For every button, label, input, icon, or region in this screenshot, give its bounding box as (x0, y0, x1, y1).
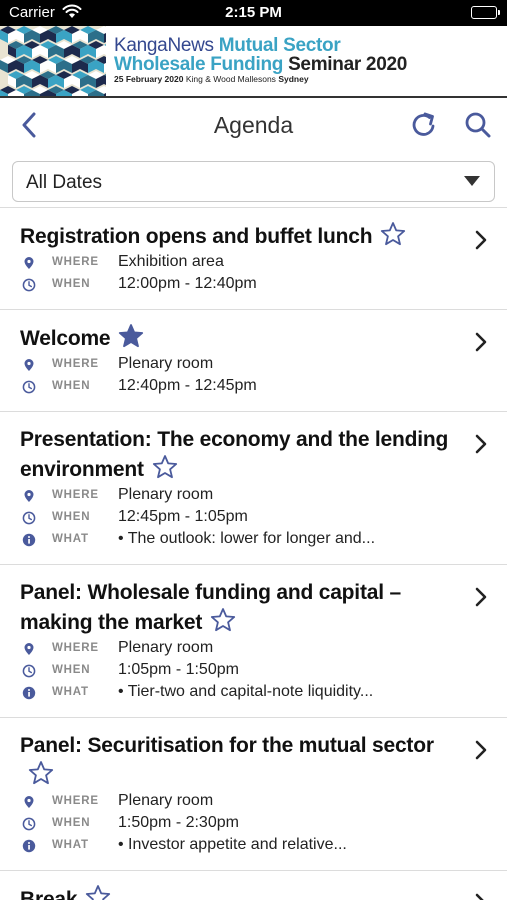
clock: 2:15 PM (225, 4, 282, 21)
chevron-right-icon (475, 434, 487, 454)
meta-label-when: WHEN (52, 380, 91, 392)
meta-label-when: WHEN (52, 511, 91, 523)
meta-row-what: WHAT • The outlook: lower for longer and… (20, 528, 461, 550)
meta-value-where: Plenary room (118, 355, 214, 372)
meta-value-when: 1:50pm - 2:30pm (118, 814, 239, 831)
star-outline-icon[interactable] (210, 607, 236, 633)
location-pin-icon (22, 794, 36, 808)
refresh-icon (412, 112, 435, 136)
meta-row-where: WHERE Plenary room (20, 484, 461, 506)
chevron-right-icon (475, 230, 487, 250)
agenda-item[interactable]: Panel: Securitisation for the mutual sec… (0, 718, 507, 871)
agenda-list: Registration opens and buffet lunch WHER… (0, 208, 507, 900)
meta-row-when: WHEN 12:00pm - 12:40pm (20, 273, 461, 295)
meta-label-what: WHAT (52, 686, 89, 698)
location-pin-icon (22, 488, 36, 502)
clock-icon (22, 663, 36, 678)
chevron-right-icon (475, 893, 484, 900)
agenda-item[interactable]: Break (0, 871, 507, 900)
chevron-right-icon (475, 332, 487, 352)
meta-row-where: WHERE Plenary room (20, 353, 461, 375)
meta-value-where: Plenary room (118, 486, 214, 503)
agenda-item-title: Presentation: The economy and the lendin… (20, 428, 449, 481)
meta-row-what: WHAT • Tier-two and capital-note liquidi… (20, 681, 461, 703)
banner-pattern-graphic (0, 26, 106, 96)
star-outline-icon[interactable] (28, 760, 54, 786)
info-icon (22, 685, 36, 700)
meta-label-where: WHERE (52, 489, 99, 501)
star-filled-icon[interactable] (118, 323, 144, 349)
search-icon (465, 112, 491, 138)
meta-label-when: WHEN (52, 278, 91, 290)
meta-label-what: WHAT (52, 533, 89, 545)
agenda-item[interactable]: Welcome WHERE Plenary room WHEN 12:40pm … (0, 310, 507, 412)
battery-icon (471, 6, 500, 19)
meta-row-where: WHERE Plenary room (20, 790, 461, 812)
meta-value-when: 12:00pm - 12:40pm (118, 275, 257, 292)
star-outline-icon[interactable] (152, 454, 178, 480)
meta-label-where: WHERE (52, 358, 99, 370)
meta-row-where: WHERE Exhibition area (20, 251, 461, 273)
refresh-button[interactable] (408, 109, 440, 141)
meta-label-where: WHERE (52, 256, 99, 268)
navigation-bar: Agenda (0, 98, 507, 154)
clock-icon (22, 816, 36, 831)
status-bar: Carrier 2:15 PM (0, 0, 507, 26)
meta-label-when: WHEN (52, 817, 91, 829)
agenda-item-title: Registration opens and buffet lunch (20, 221, 461, 251)
meta-row-when: WHEN 1:50pm - 2:30pm (20, 812, 461, 834)
meta-label-when: WHEN (52, 664, 91, 676)
agenda-item-title: Panel: Securitisation for the mutual sec… (20, 731, 461, 790)
meta-row-when: WHEN 12:40pm - 12:45pm (20, 375, 461, 397)
banner-title-line2: Wholesale Funding Seminar 2020 (114, 54, 407, 75)
meta-value-where: Plenary room (118, 792, 214, 809)
meta-label-where: WHERE (52, 795, 99, 807)
banner-date-venue: 25 February 2020 King & Wood Mallesons S… (114, 74, 309, 84)
chevron-right-icon (475, 587, 487, 607)
agenda-item-title: Break (20, 884, 461, 900)
date-filter-value: All Dates (26, 172, 103, 193)
meta-value-what: • Tier-two and capital-note liquidity... (118, 683, 374, 700)
meta-row-where: WHERE Plenary room (20, 637, 461, 659)
agenda-item[interactable]: Presentation: The economy and the lendin… (0, 412, 507, 565)
clock-icon (22, 510, 36, 525)
date-filter-select[interactable]: All Dates (12, 161, 495, 202)
agenda-item-title: Welcome (20, 323, 461, 353)
meta-value-when: 12:40pm - 12:45pm (118, 377, 257, 394)
info-icon (22, 532, 36, 547)
meta-row-when: WHEN 12:45pm - 1:05pm (20, 506, 461, 528)
meta-value-when: 1:05pm - 1:50pm (118, 661, 239, 678)
dropdown-caret-icon (464, 176, 480, 186)
chevron-right-icon (475, 740, 487, 760)
meta-label-what: WHAT (52, 839, 89, 851)
meta-value-where: Exhibition area (118, 253, 224, 270)
agenda-item-title: Panel: Wholesale funding and capital – m… (20, 581, 401, 634)
clock-icon (22, 277, 36, 292)
meta-row-what: WHAT • Investor appetite and relative... (20, 834, 461, 856)
meta-row-when: WHEN 1:05pm - 1:50pm (20, 659, 461, 681)
meta-value-what: • Investor appetite and relative... (118, 836, 347, 853)
event-banner: KangaNews Mutual Sector Wholesale Fundin… (0, 26, 507, 98)
info-icon (22, 838, 36, 853)
location-pin-icon (22, 357, 36, 371)
clock-icon (22, 379, 36, 394)
location-pin-icon (22, 255, 36, 269)
agenda-item[interactable]: Panel: Wholesale funding and capital – m… (0, 565, 507, 718)
meta-value-what: • The outlook: lower for longer and... (118, 530, 376, 547)
location-pin-icon (22, 641, 36, 655)
meta-value-where: Plenary room (118, 639, 214, 656)
agenda-item[interactable]: Registration opens and buffet lunch WHER… (0, 208, 507, 310)
search-button[interactable] (462, 109, 494, 141)
meta-value-when: 12:45pm - 1:05pm (118, 508, 248, 525)
meta-label-where: WHERE (52, 642, 99, 654)
star-outline-icon[interactable] (380, 221, 406, 247)
star-outline-icon[interactable] (85, 884, 111, 900)
